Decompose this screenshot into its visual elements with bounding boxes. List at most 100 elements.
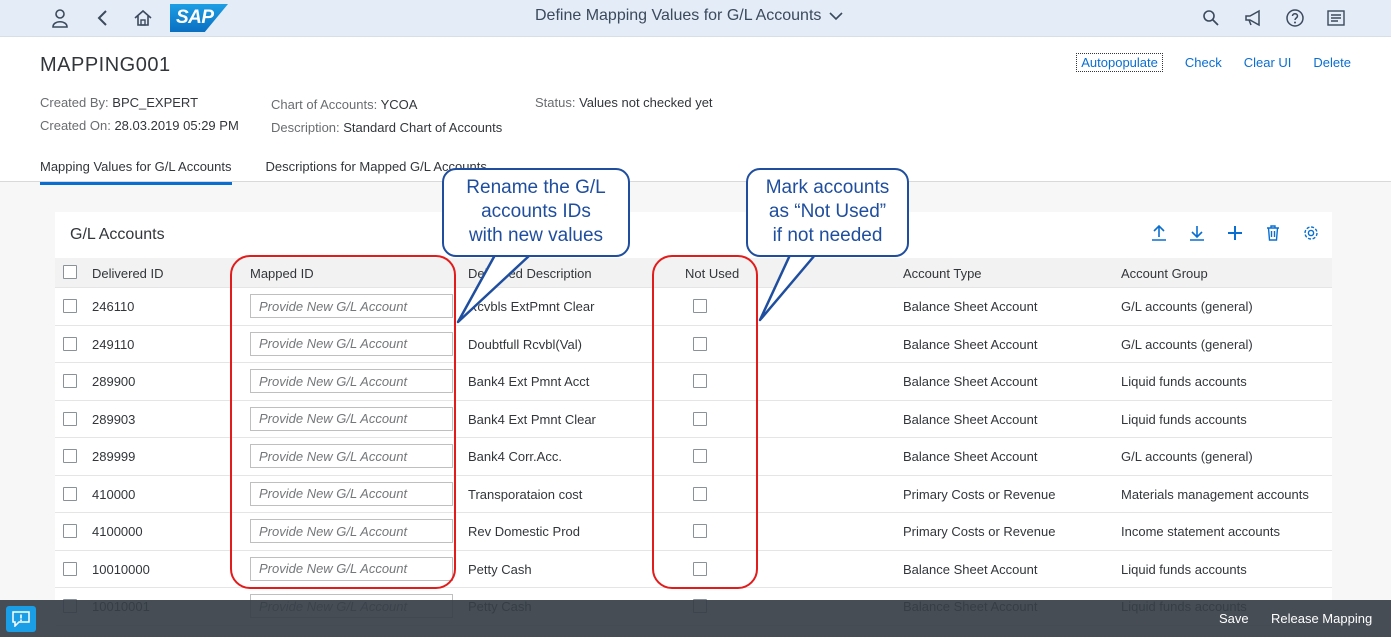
delete-button[interactable]: Delete <box>1313 55 1351 70</box>
delivered-description-cell: Petty Cash <box>468 561 532 577</box>
help-icon[interactable] <box>1282 5 1308 31</box>
add-icon[interactable] <box>1224 222 1246 244</box>
table-title: G/L Accounts <box>70 226 165 243</box>
description-value: Standard Chart of Accounts <box>343 120 503 135</box>
chevron-down-icon <box>829 12 843 21</box>
gear-icon[interactable] <box>1300 222 1322 244</box>
header-divider <box>0 181 1391 182</box>
row-select-checkbox[interactable] <box>63 336 77 351</box>
row-select-checkbox[interactable] <box>63 486 77 501</box>
not-used-callout-line: as “Not Used” <box>768 201 887 222</box>
created-on-label: Created On: <box>40 118 111 133</box>
column-delivered-description[interactable]: Delivered Description <box>468 266 592 281</box>
chart-of-accounts: Chart of Accounts: YCOA <box>271 97 417 112</box>
message-popover-button[interactable] <box>6 606 36 632</box>
app-title-text: Define Mapping Values for G/L Accounts <box>535 7 822 24</box>
delivered-id-cell: 289999 <box>92 449 136 464</box>
status-value: Values not checked yet <box>579 95 713 110</box>
delivered-description-cell: Bank4 Ext Pmnt Clear <box>468 411 596 427</box>
footer-toolbar: Save Release Mapping <box>0 600 1391 637</box>
description-label: Description: <box>271 120 340 135</box>
check-button[interactable]: Check <box>1185 55 1222 70</box>
account-group-cell: G/L accounts (general) <box>1121 299 1253 314</box>
created-on: Created On: 28.03.2019 05:29 PM <box>40 118 239 133</box>
row-select-checkbox[interactable] <box>63 299 77 313</box>
chart-of-accounts-value: YCOA <box>380 97 418 112</box>
rename-callout-line: with new values <box>468 225 604 246</box>
account-type-cell: Balance Sheet Account <box>903 449 1038 464</box>
save-button[interactable]: Save <box>1219 611 1249 626</box>
header-actions: Autopopulate Check Clear UI Delete <box>1076 53 1351 72</box>
account-type-cell: Primary Costs or Revenue <box>903 524 1056 539</box>
app-title[interactable]: Define Mapping Values for G/L Accounts <box>535 7 843 25</box>
mapped-id-highlight <box>230 255 456 589</box>
created-by-label: Created By: <box>40 95 109 110</box>
account-group-cell: Income statement accounts <box>1121 524 1280 539</box>
clear-ui-button[interactable]: Clear UI <box>1244 55 1292 70</box>
not-used-callout-line: if not needed <box>772 225 883 246</box>
account-type-cell: Primary Costs or Revenue <box>903 486 1056 502</box>
not-used-highlight <box>652 255 758 589</box>
account-type-cell: Balance Sheet Account <box>903 411 1038 427</box>
delivered-id-cell: 10010000 <box>92 561 150 577</box>
status-label: Status: <box>535 95 576 110</box>
rename-callout-line: accounts IDs <box>481 201 591 222</box>
created-on-value: 28.03.2019 05:29 PM <box>114 118 239 133</box>
account-type-cell: Balance Sheet Account <box>903 561 1038 577</box>
account-type-cell: Balance Sheet Account <box>903 299 1038 314</box>
column-delivered-id[interactable]: Delivered ID <box>92 266 164 281</box>
search-icon[interactable] <box>1198 5 1224 31</box>
delivered-description-cell: Bank4 Corr.Acc. <box>468 449 562 464</box>
rename-callout-line: Rename the G/L <box>466 177 606 198</box>
account-group-cell: Liquid funds accounts <box>1121 561 1247 577</box>
not-used-callout-line: Mark accounts <box>765 177 890 198</box>
table-toolbar <box>1148 222 1322 244</box>
account-group-cell: G/L accounts (general) <box>1121 336 1253 352</box>
release-mapping-button[interactable]: Release Mapping <box>1271 611 1372 626</box>
download-icon[interactable] <box>1186 222 1208 244</box>
menu-icon[interactable] <box>1323 5 1349 31</box>
megaphone-icon[interactable] <box>1241 5 1267 31</box>
autopopulate-button[interactable]: Autopopulate <box>1076 53 1163 72</box>
account-type-cell: Balance Sheet Account <box>903 336 1038 352</box>
delivered-description-cell: Doubtfull Rcvbl(Val) <box>468 336 582 352</box>
column-account-group[interactable]: Account Group <box>1121 266 1208 281</box>
delivered-id-cell: 289903 <box>92 411 136 427</box>
delivered-id-cell: 4100000 <box>92 524 143 539</box>
delivered-id-cell: 246110 <box>92 299 135 314</box>
sap-logo[interactable]: SAP <box>170 4 228 32</box>
row-select-checkbox[interactable] <box>63 411 77 426</box>
shell-bar: SAP Define Mapping Values for G/L Accoun… <box>0 0 1391 37</box>
home-icon[interactable] <box>130 5 156 31</box>
delivered-description-cell: Rev Domestic Prod <box>468 524 580 539</box>
user-icon[interactable] <box>47 5 73 31</box>
account-group-cell: Liquid funds accounts <box>1121 411 1247 427</box>
delivered-description-cell: Transporataion cost <box>468 486 583 502</box>
delivered-description-cell: Rcvbls ExtPmnt Clear <box>468 299 595 314</box>
delivered-id-cell: 410000 <box>92 486 136 502</box>
account-type-cell: Balance Sheet Account <box>903 374 1038 389</box>
account-group-cell: G/L accounts (general) <box>1121 449 1253 464</box>
account-group-cell: Liquid funds accounts <box>1121 374 1247 389</box>
not-used-callout: Mark accounts as “Not Used” if not neede… <box>746 168 909 257</box>
back-icon[interactable] <box>89 5 115 31</box>
object-header: MAPPING001 Autopopulate Check Clear UI D… <box>0 37 1391 185</box>
row-select-checkbox[interactable] <box>63 561 77 576</box>
row-select-checkbox[interactable] <box>63 449 77 463</box>
select-all-checkbox[interactable] <box>63 265 77 279</box>
delivered-id-cell: 249110 <box>92 336 135 352</box>
delivered-id-cell: 289900 <box>92 374 136 389</box>
column-account-type[interactable]: Account Type <box>903 266 982 281</box>
delete-icon[interactable] <box>1262 222 1284 244</box>
delivered-description-cell: Bank4 Ext Pmnt Acct <box>468 374 590 389</box>
row-select-checkbox[interactable] <box>63 524 77 538</box>
description: Description: Standard Chart of Accounts <box>271 120 502 135</box>
account-group-cell: Materials management accounts <box>1121 486 1309 502</box>
chart-of-accounts-label: Chart of Accounts: <box>271 97 378 112</box>
created-by-value: BPC_EXPERT <box>112 95 199 110</box>
status: Status: Values not checked yet <box>535 95 713 110</box>
rename-callout: Rename the G/L accounts IDs with new val… <box>442 168 630 257</box>
row-select-checkbox[interactable] <box>63 374 77 388</box>
upload-icon[interactable] <box>1148 222 1170 244</box>
object-title: MAPPING001 <box>40 54 171 76</box>
